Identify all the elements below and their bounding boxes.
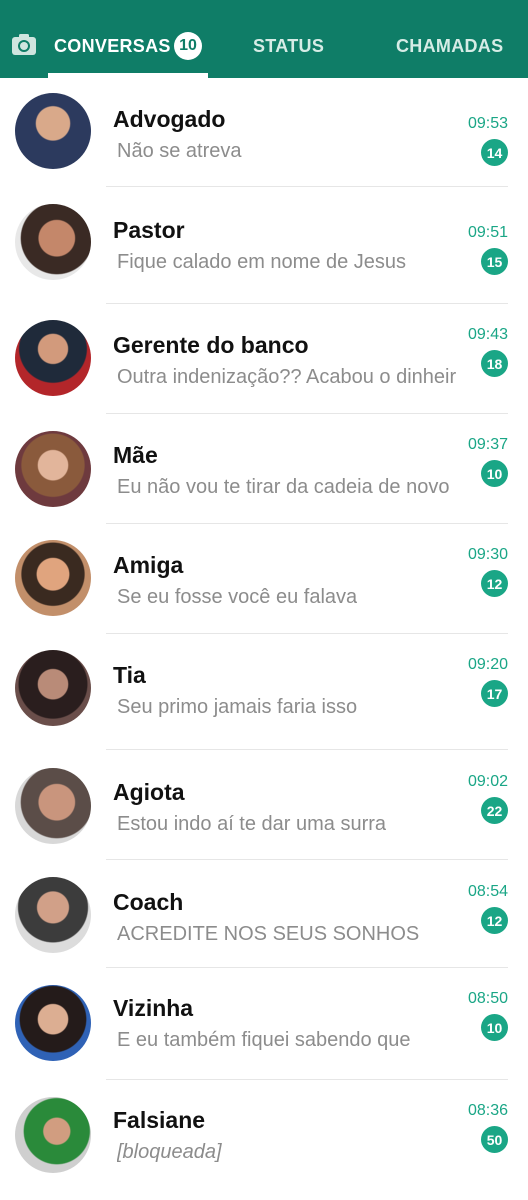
contact-name: Vizinha <box>113 995 194 1021</box>
unread-count-badge: 12 <box>481 907 508 934</box>
camera-icon[interactable] <box>10 30 38 58</box>
contact-name: Agiota <box>113 779 185 805</box>
message-preview: Não se atreva <box>117 140 242 162</box>
contact-avatar <box>15 768 91 844</box>
unread-count-badge: 10 <box>481 460 508 487</box>
chat-row-mae[interactable]: Mãe Eu não vou te tirar da cadeia de nov… <box>0 414 528 524</box>
contact-avatar <box>15 93 91 169</box>
contact-avatar <box>15 650 91 726</box>
contact-avatar <box>15 204 91 280</box>
message-time: 08:50 <box>467 990 508 1007</box>
unread-count-badge: 12 <box>481 570 508 597</box>
contact-avatar <box>15 320 91 396</box>
contact-name: Pastor <box>113 217 185 243</box>
unread-count-badge: 18 <box>481 350 508 377</box>
message-time: 09:51 <box>467 224 508 241</box>
message-time: 08:54 <box>467 883 508 900</box>
message-time: 09:20 <box>467 656 508 673</box>
contact-name: Tia <box>113 662 146 688</box>
message-preview: Eu não vou te tirar da cadeia de novo <box>117 476 450 498</box>
chat-row-vizinha[interactable]: Vizinha E eu também fiquei sabendo que 0… <box>0 968 528 1080</box>
message-preview: Seu primo jamais faria isso <box>117 696 358 718</box>
message-time: 09:53 <box>467 115 508 132</box>
message-preview: [bloqueada] <box>117 1141 222 1163</box>
chat-row-advogado[interactable]: Advogado Não se atreva 09:53 14 <box>0 78 528 188</box>
contact-name: Gerente do banco <box>113 332 309 358</box>
message-preview: Se eu fosse você eu falava <box>117 586 358 608</box>
message-preview: Fique calado em nome de Jesus <box>117 251 407 273</box>
message-preview: ACREDITE NOS SEUS SONHOS <box>117 923 420 945</box>
contact-name: Amiga <box>113 552 184 578</box>
chat-row-agiota[interactable]: Agiota Estou indo aí te dar uma surra 09… <box>0 750 528 860</box>
unread-chats-badge: 10 <box>174 32 202 60</box>
message-time: 09:30 <box>467 546 508 563</box>
contact-name: Falsiane <box>113 1107 206 1133</box>
message-preview: Estou indo aí te dar uma surra <box>117 813 387 835</box>
chat-row-tia[interactable]: Tia Seu primo jamais faria isso 09:20 17 <box>0 634 528 750</box>
message-preview: E eu também fiquei sabendo que <box>117 1029 411 1051</box>
unread-count-badge: 50 <box>481 1126 508 1153</box>
divider <box>106 186 508 187</box>
contact-avatar <box>15 877 91 953</box>
unread-count-badge: 22 <box>481 797 508 824</box>
contact-avatar <box>15 431 91 507</box>
contact-avatar <box>15 540 91 616</box>
tab-conversas[interactable]: CONVERSAS <box>54 36 171 57</box>
chat-row-amiga[interactable]: Amiga Se eu fosse você eu falava 09:30 1… <box>0 524 528 634</box>
unread-count-badge: 15 <box>481 248 508 275</box>
chat-row-coach[interactable]: Coach ACREDITE NOS SEUS SONHOS 08:54 12 <box>0 860 528 968</box>
unread-count-badge: 14 <box>481 139 508 166</box>
message-time: 09:37 <box>467 436 508 453</box>
tab-chamadas[interactable]: CHAMADAS <box>396 36 503 57</box>
contact-avatar <box>15 985 91 1061</box>
message-time: 09:02 <box>467 773 508 790</box>
contact-name: Mãe <box>113 442 158 468</box>
contact-name: Coach <box>113 889 184 915</box>
contact-avatar <box>15 1097 91 1173</box>
chat-row-gerente-do-banco[interactable]: Gerente do banco Outra indenização?? Aca… <box>0 304 528 414</box>
message-time: 08:36 <box>467 1102 508 1119</box>
tab-status[interactable]: STATUS <box>253 36 324 57</box>
top-app-bar: CONVERSAS 10 STATUS CHAMADAS <box>0 0 528 78</box>
message-time: 09:43 <box>467 326 508 343</box>
chat-row-falsiane[interactable]: Falsiane [bloqueada] 08:36 50 <box>0 1080 528 1200</box>
message-preview: Outra indenização?? Acabou o dinheir <box>117 366 457 388</box>
unread-count-badge: 17 <box>481 680 508 707</box>
unread-count-badge: 10 <box>481 1014 508 1041</box>
contact-name: Advogado <box>113 106 226 132</box>
chat-row-pastor[interactable]: Pastor Fique calado em nome de Jesus 09:… <box>0 188 528 304</box>
